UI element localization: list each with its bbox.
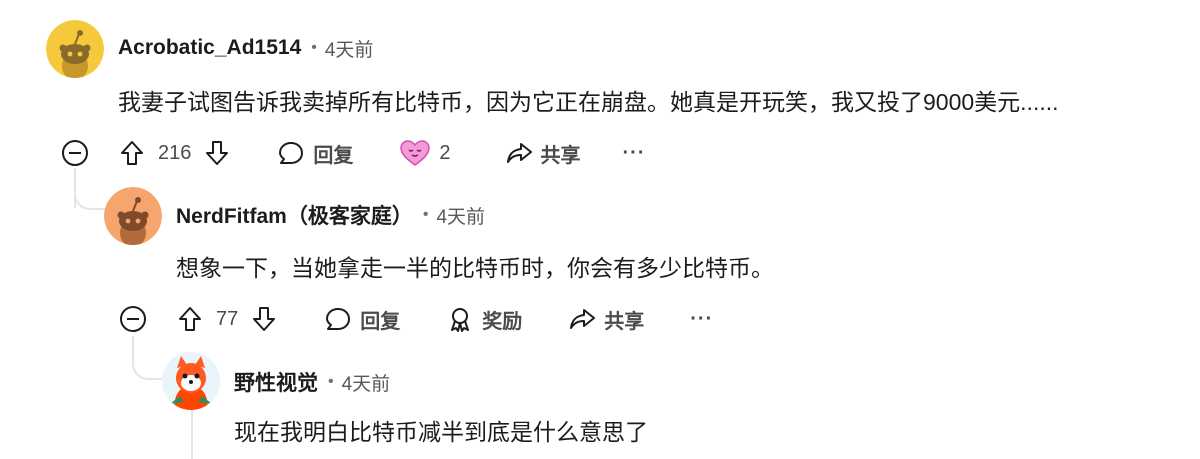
more-options-button[interactable]: ··· (623, 142, 646, 165)
share-label: 共享 (540, 144, 581, 167)
avatar[interactable] (46, 20, 104, 78)
comment-meta: NerdFitfam（极客家庭） • 4天前 (176, 200, 485, 230)
meta-separator: • (311, 39, 317, 56)
thread-elbow-2 (132, 336, 164, 380)
vote-group: 216 (118, 139, 231, 167)
upvote-icon[interactable] (176, 305, 204, 333)
author-name[interactable]: Acrobatic_Ad1514 (118, 36, 301, 60)
collapse-thread-button[interactable] (62, 140, 88, 166)
author-name[interactable]: 野性视觉 (234, 367, 318, 397)
author-name[interactable]: NerdFitfam（极客家庭） (176, 200, 413, 230)
collapse-thread-button[interactable] (120, 306, 146, 332)
vote-count: 216 (158, 141, 192, 164)
award-button[interactable]: 2 (399, 139, 451, 167)
timestamp[interactable]: 4天前 (325, 35, 374, 62)
reply-label: 回复 (360, 310, 401, 333)
reply-label: 回复 (313, 144, 354, 167)
snoo-avatar-icon (104, 187, 162, 245)
comment-meta: 野性视觉 • 4天前 (234, 367, 390, 397)
minus-icon (127, 318, 139, 320)
comment-actions: 77 回复 奖励 共享 ··· (176, 299, 713, 339)
reply-button[interactable]: 回复 (277, 139, 353, 168)
award-ribbon-icon (446, 305, 474, 333)
share-arrow-icon (568, 305, 596, 333)
comment-body: 想象一下，当她拿走一半的比特币时，你会有多少比特币。 (176, 255, 774, 281)
timestamp[interactable]: 4天前 (342, 369, 391, 396)
comment-actions: 216 回复 2 共享 ··· (118, 133, 645, 173)
comment-bubble-icon (277, 139, 305, 167)
comment-meta: Acrobatic_Ad1514 • 4天前 (118, 33, 373, 63)
upvote-icon[interactable] (118, 139, 146, 167)
comment-body: 现在我明白比特币减半到底是什么意思了 (234, 419, 648, 445)
more-icon: ··· (622, 141, 646, 164)
share-button[interactable]: 共享 (505, 139, 581, 168)
avatar[interactable] (104, 187, 162, 245)
snoo-avatar-icon (46, 20, 104, 78)
share-arrow-icon (505, 139, 533, 167)
share-label: 共享 (604, 310, 645, 333)
vote-count: 77 (216, 307, 239, 330)
share-button[interactable]: 共享 (568, 305, 644, 334)
timestamp[interactable]: 4天前 (436, 202, 485, 229)
minus-icon (69, 152, 81, 154)
downvote-icon[interactable] (203, 139, 231, 167)
vote-group: 77 (176, 305, 278, 333)
thread-line-3 (191, 410, 193, 459)
comment-bubble-icon (324, 305, 352, 333)
downvote-icon[interactable] (250, 305, 278, 333)
reply-button[interactable]: 回复 (324, 305, 400, 334)
meta-separator: • (328, 373, 334, 390)
award-label: 奖励 (482, 310, 523, 333)
more-options-button[interactable]: ··· (690, 308, 713, 331)
comment-body: 我妻子试图告诉我卖掉所有比特币，因为它正在崩盘。她真是开玩笑，我又投了9000美… (118, 89, 1059, 115)
award-count: 2 (439, 141, 451, 164)
avatar[interactable] (162, 352, 220, 410)
thread-elbow-1 (74, 168, 106, 210)
heart-award-icon (399, 139, 431, 167)
fox-avatar-icon (162, 352, 220, 410)
meta-separator: • (422, 206, 429, 223)
award-button[interactable]: 奖励 (446, 305, 522, 334)
more-icon: ··· (690, 307, 714, 330)
